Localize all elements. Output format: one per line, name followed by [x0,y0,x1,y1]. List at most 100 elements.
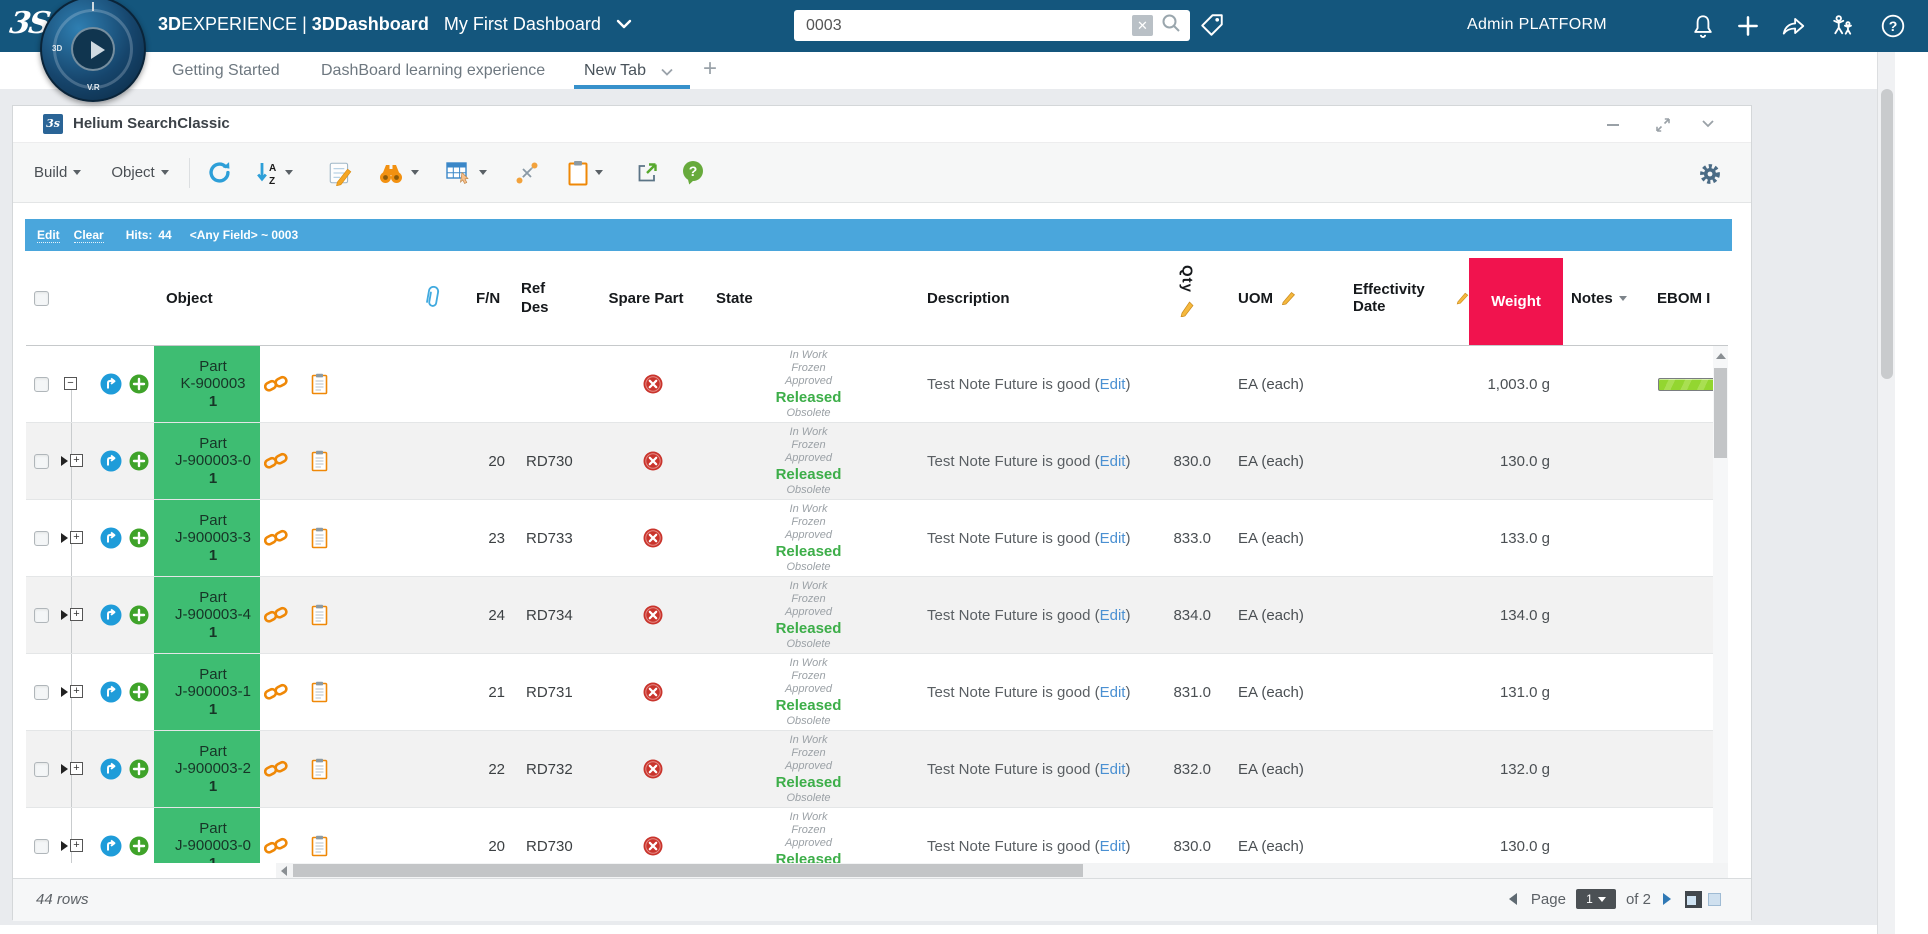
page-select[interactable]: 1 [1576,889,1616,909]
search-input[interactable] [794,17,1132,35]
widget-menu-chevron-icon[interactable] [1700,117,1716,135]
object-menu[interactable]: Object [111,164,168,181]
tab-new-tab[interactable]: New Tab [584,52,646,89]
link-icon[interactable] [260,731,292,807]
tab-getting-started[interactable]: Getting Started [172,52,280,89]
navigate-icon[interactable] [98,500,124,576]
help-bubble-icon[interactable]: ? [681,160,705,185]
column-header-spare-part[interactable]: Spare Part [591,251,701,345]
column-header-ref-des[interactable]: Ref Des [511,251,591,345]
view-toggle-compact-icon[interactable] [1685,891,1702,908]
row-checkbox[interactable] [34,685,49,700]
expand-icon[interactable]: + [61,531,83,544]
column-header-notes[interactable]: Notes [1563,251,1646,345]
search-icon[interactable] [1161,13,1181,38]
row-checkbox[interactable] [34,454,49,469]
navigate-icon[interactable] [98,654,124,730]
edit-description-link[interactable]: Edit [1100,838,1126,855]
clipboard-icon[interactable] [567,160,603,186]
paperclip-icon[interactable] [346,251,471,345]
select-all-checkbox[interactable] [34,291,49,306]
expand-icon[interactable]: + [61,685,83,698]
object-cell[interactable]: Part J-900003-1 1 [154,654,260,730]
column-header-ebom[interactable]: EBOM I [1646,251,1728,345]
communities-icon[interactable] [1828,13,1856,44]
add-icon[interactable] [124,423,154,499]
expand-icon[interactable]: + [61,762,83,775]
no-icon[interactable] [643,836,663,856]
refresh-icon[interactable] [206,159,233,186]
row-checkbox[interactable] [34,839,49,854]
navigate-icon[interactable] [98,423,124,499]
expand-icon[interactable] [1655,117,1671,138]
ebom-progress-bar[interactable] [1658,378,1720,391]
add-icon[interactable] [124,731,154,807]
previous-page-icon[interactable] [1509,893,1517,905]
column-header-qty[interactable]: Qty [1161,251,1213,345]
clipboard-icon[interactable] [292,346,346,422]
edit-description-link[interactable]: Edit [1100,453,1126,470]
navigate-icon[interactable] [98,577,124,653]
tab-dashboard-learning[interactable]: DashBoard learning experience [321,52,545,89]
next-page-icon[interactable] [1663,893,1671,905]
column-header-fn[interactable]: F/N [471,251,511,345]
filter-edit-link[interactable]: Edit [37,228,60,243]
table-horizontal-scrollbar[interactable] [276,863,1728,878]
minimize-icon[interactable] [1605,117,1621,138]
add-icon[interactable] [124,500,154,576]
clipboard-icon[interactable] [292,654,346,730]
clipboard-icon[interactable] [292,808,346,863]
navigate-icon[interactable] [98,731,124,807]
object-cell[interactable]: Part K-900003 1 [154,346,260,422]
column-header-weight[interactable]: Weight [1469,258,1563,345]
tab-menu-chevron-icon[interactable] [660,64,674,82]
add-icon[interactable] [124,577,154,653]
edit-description-link[interactable]: Edit [1100,684,1126,701]
clipboard-icon[interactable] [292,731,346,807]
compass-logo[interactable]: 3D V.R [40,0,146,102]
link-icon[interactable] [260,808,292,863]
edit-pad-icon[interactable] [327,160,353,186]
navigate-icon[interactable] [98,808,124,863]
row-checkbox[interactable] [34,608,49,623]
navigate-icon[interactable] [98,346,124,422]
plus-icon[interactable] [1735,13,1761,44]
no-icon[interactable] [643,374,663,394]
export-icon[interactable] [635,161,659,185]
clear-search-icon[interactable]: ✕ [1132,15,1153,36]
no-icon[interactable] [643,682,663,702]
expand-icon[interactable]: + [61,608,83,621]
edit-description-link[interactable]: Edit [1100,761,1126,778]
clipboard-icon[interactable] [292,423,346,499]
no-icon[interactable] [643,528,663,548]
add-icon[interactable] [124,346,154,422]
share-icon[interactable] [1780,13,1807,44]
no-icon[interactable] [643,451,663,471]
bell-icon[interactable] [1690,13,1716,44]
object-cell[interactable]: Part J-900003-0 1 [154,423,260,499]
compare-icon[interactable] [513,159,541,187]
row-checkbox[interactable] [34,377,49,392]
scroll-up-icon[interactable] [1716,353,1726,359]
expand-icon[interactable]: + [61,839,83,852]
add-icon[interactable] [124,654,154,730]
add-icon[interactable] [124,808,154,863]
table-vertical-scrollbar[interactable] [1713,346,1728,863]
link-icon[interactable] [260,346,292,422]
link-icon[interactable] [260,577,292,653]
expand-icon[interactable]: + [61,454,83,467]
object-cell[interactable]: Part J-900003-2 1 [154,731,260,807]
vertical-scroll-thumb[interactable] [1714,368,1727,458]
help-icon[interactable]: ? [1880,13,1906,44]
row-checkbox[interactable] [34,762,49,777]
gear-icon[interactable] [1699,163,1721,190]
column-header-description[interactable]: Description [891,251,1161,345]
table-select-icon[interactable] [445,160,487,186]
link-icon[interactable] [260,500,292,576]
view-toggle-full-icon[interactable] [1708,893,1721,906]
filter-clear-link[interactable]: Clear [74,228,104,243]
clipboard-icon[interactable] [292,500,346,576]
horizontal-scroll-thumb[interactable] [293,864,1083,877]
add-tab-button[interactable]: + [703,55,717,83]
page-scrollbar[interactable] [1877,52,1895,934]
